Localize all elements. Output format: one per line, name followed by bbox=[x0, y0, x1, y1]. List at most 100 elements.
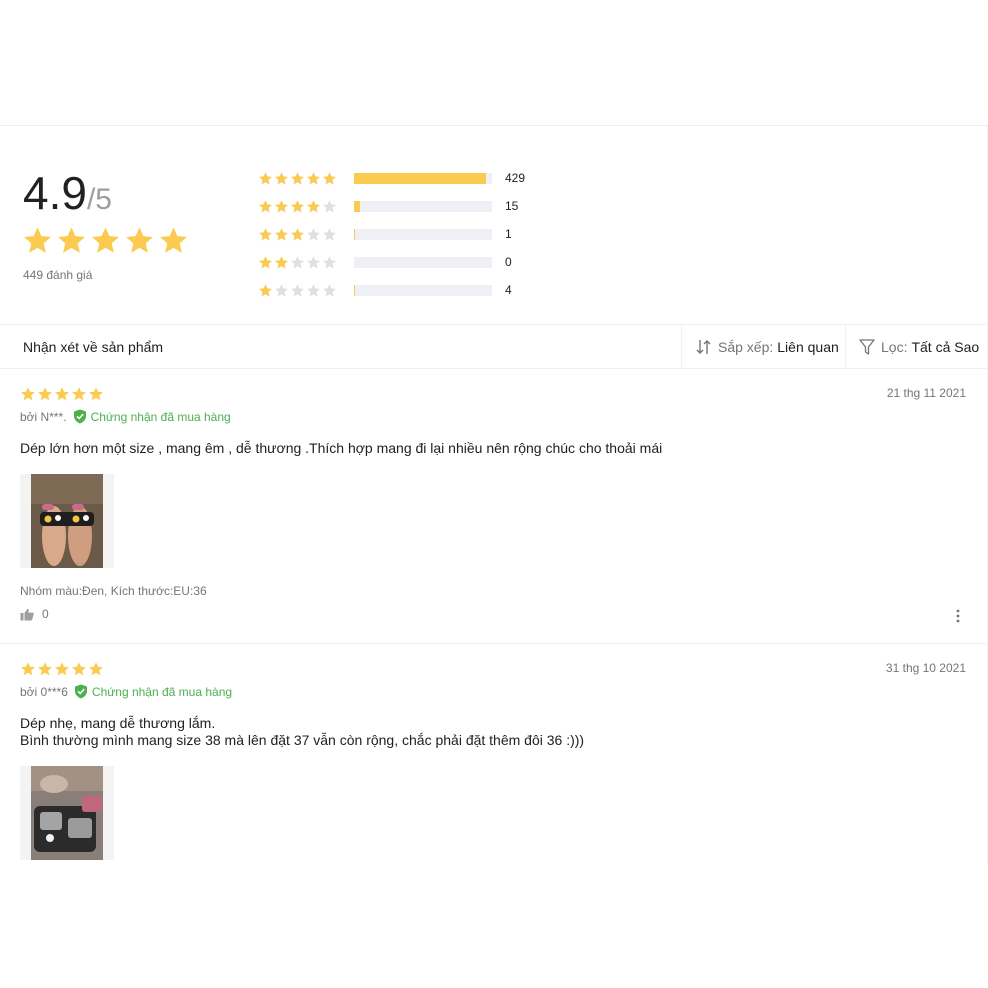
distribution-bar bbox=[354, 256, 492, 268]
distribution-count: 429 bbox=[505, 171, 526, 185]
distribution-bar-fill bbox=[354, 228, 356, 240]
review-item: 31 thg 10 2021 bởi 0***6 Chứng nhận đã m… bbox=[0, 644, 987, 863]
review-author: bởi N***. Chứng nhận đã mua hàng bbox=[20, 409, 231, 424]
distribution-bar bbox=[354, 200, 492, 212]
more-vertical-icon[interactable] bbox=[952, 609, 964, 623]
star-filled-icon bbox=[259, 255, 272, 268]
reviews-toolbar: Nhận xét về sản phẩm Sắp xếp: Liên quan … bbox=[0, 324, 987, 369]
star-filled-icon bbox=[275, 255, 288, 268]
author-name: bởi N***. bbox=[20, 409, 67, 424]
star-filled-icon bbox=[38, 387, 52, 401]
review-text-line: Dép lớn hơn một size , mang êm , dễ thươ… bbox=[20, 440, 663, 456]
review-item: 21 thg 11 2021 bởi N***. Chứng nhận đã m… bbox=[0, 369, 987, 644]
distribution-bar-fill bbox=[354, 284, 356, 296]
distribution-row: 15 bbox=[258, 192, 535, 220]
star-filled-icon bbox=[58, 227, 85, 253]
review-stars bbox=[20, 661, 104, 677]
star-filled-icon bbox=[259, 199, 272, 212]
star-filled-icon bbox=[291, 227, 304, 240]
star-empty-icon bbox=[307, 255, 320, 268]
star-filled-icon bbox=[160, 227, 187, 253]
star-filled-icon bbox=[323, 171, 336, 184]
star-filled-icon bbox=[275, 227, 288, 240]
star-empty-icon bbox=[323, 283, 336, 296]
star-empty-icon bbox=[307, 227, 320, 240]
like-count: 0 bbox=[42, 607, 49, 621]
star-empty-icon bbox=[275, 283, 288, 296]
verified-badge: Chứng nhận đã mua hàng bbox=[73, 409, 231, 424]
filter-label: Lọc: bbox=[881, 339, 908, 355]
sandals-package-photo bbox=[20, 766, 114, 860]
review-date: 31 thg 10 2021 bbox=[885, 661, 966, 675]
star-filled-icon bbox=[55, 387, 69, 401]
check-shield-icon bbox=[74, 684, 87, 699]
distribution-bar-fill bbox=[354, 172, 487, 184]
total-ratings: 449 đánh giá bbox=[23, 268, 93, 282]
star-filled-icon bbox=[89, 387, 103, 401]
distribution-count: 15 bbox=[505, 199, 519, 213]
star-filled-icon bbox=[38, 662, 52, 676]
star-filled-icon bbox=[259, 171, 272, 184]
distribution-bar bbox=[354, 284, 492, 296]
average-stars bbox=[22, 225, 189, 256]
distribution-stars bbox=[258, 171, 354, 186]
star-filled-icon bbox=[24, 227, 51, 253]
star-filled-icon bbox=[21, 387, 35, 401]
star-filled-icon bbox=[307, 171, 320, 184]
star-empty-icon bbox=[323, 199, 336, 212]
distribution-bar-fill bbox=[354, 200, 360, 212]
distribution-stars bbox=[258, 283, 354, 298]
like-button[interactable]: 0 bbox=[20, 607, 49, 621]
star-empty-icon bbox=[307, 283, 320, 296]
distribution-row: 1 bbox=[258, 220, 535, 248]
star-filled-icon bbox=[89, 662, 103, 676]
star-filled-icon bbox=[72, 387, 86, 401]
average-score: 4.9/5 bbox=[23, 167, 112, 219]
star-filled-icon bbox=[259, 227, 272, 240]
review-text-line: Bình thường mình mang size 38 mà lên đặt… bbox=[20, 732, 585, 748]
distribution-bar bbox=[354, 172, 492, 184]
star-filled-icon bbox=[55, 662, 69, 676]
star-filled-icon bbox=[21, 662, 35, 676]
review-date: 21 thg 11 2021 bbox=[886, 386, 966, 400]
verified-label: Chứng nhận đã mua hàng bbox=[90, 409, 231, 424]
reviews-title: Nhận xét về sản phẩm bbox=[23, 339, 164, 355]
distribution-stars bbox=[258, 227, 354, 242]
distribution-row: 429 bbox=[258, 164, 535, 192]
star-empty-icon bbox=[291, 255, 304, 268]
star-filled-icon bbox=[275, 171, 288, 184]
sandals-photo bbox=[20, 474, 114, 568]
filter-dropdown[interactable]: Lọc: Tất cả Sao bbox=[845, 325, 987, 369]
distribution-stars bbox=[258, 199, 354, 214]
star-filled-icon bbox=[92, 227, 119, 253]
star-filled-icon bbox=[291, 199, 304, 212]
star-filled-icon bbox=[307, 199, 320, 212]
review-photo[interactable] bbox=[20, 766, 114, 860]
thumbs-up-icon bbox=[20, 608, 34, 620]
star-filled-icon bbox=[259, 283, 272, 296]
star-empty-icon bbox=[291, 283, 304, 296]
sort-icon bbox=[696, 340, 711, 354]
review-text: Dép nhẹ, mang dễ thương lắm. Bình thường… bbox=[20, 715, 584, 749]
review-stars bbox=[20, 386, 104, 402]
sort-value: Liên quan bbox=[777, 339, 839, 355]
rating-distribution: 429 15 1 0 4 bbox=[258, 164, 535, 304]
distribution-count: 4 bbox=[505, 283, 512, 297]
star-empty-icon bbox=[323, 227, 336, 240]
distribution-count: 1 bbox=[505, 227, 512, 241]
sort-dropdown[interactable]: Sắp xếp: Liên quan bbox=[681, 325, 845, 369]
review-text: Dép lớn hơn một size , mang êm , dễ thươ… bbox=[20, 440, 662, 457]
star-filled-icon bbox=[72, 662, 86, 676]
author-name: bởi 0***6 bbox=[20, 684, 68, 699]
star-filled-icon bbox=[291, 171, 304, 184]
filter-value: Tất cả Sao bbox=[911, 339, 980, 355]
star-empty-icon bbox=[323, 255, 336, 268]
distribution-bar bbox=[354, 228, 492, 240]
star-filled-icon bbox=[126, 227, 153, 253]
distribution-row: 0 bbox=[258, 248, 535, 276]
reviews-panel: 4.9/5 449 đánh giá 429 15 1 0 4 Nhận xét về … bbox=[0, 125, 988, 863]
check-shield-icon bbox=[73, 409, 86, 424]
review-photo[interactable] bbox=[20, 474, 114, 568]
star-filled-icon bbox=[275, 199, 288, 212]
review-sku: Nhóm màu:Đen, Kích thước:EU:36 bbox=[20, 584, 207, 598]
